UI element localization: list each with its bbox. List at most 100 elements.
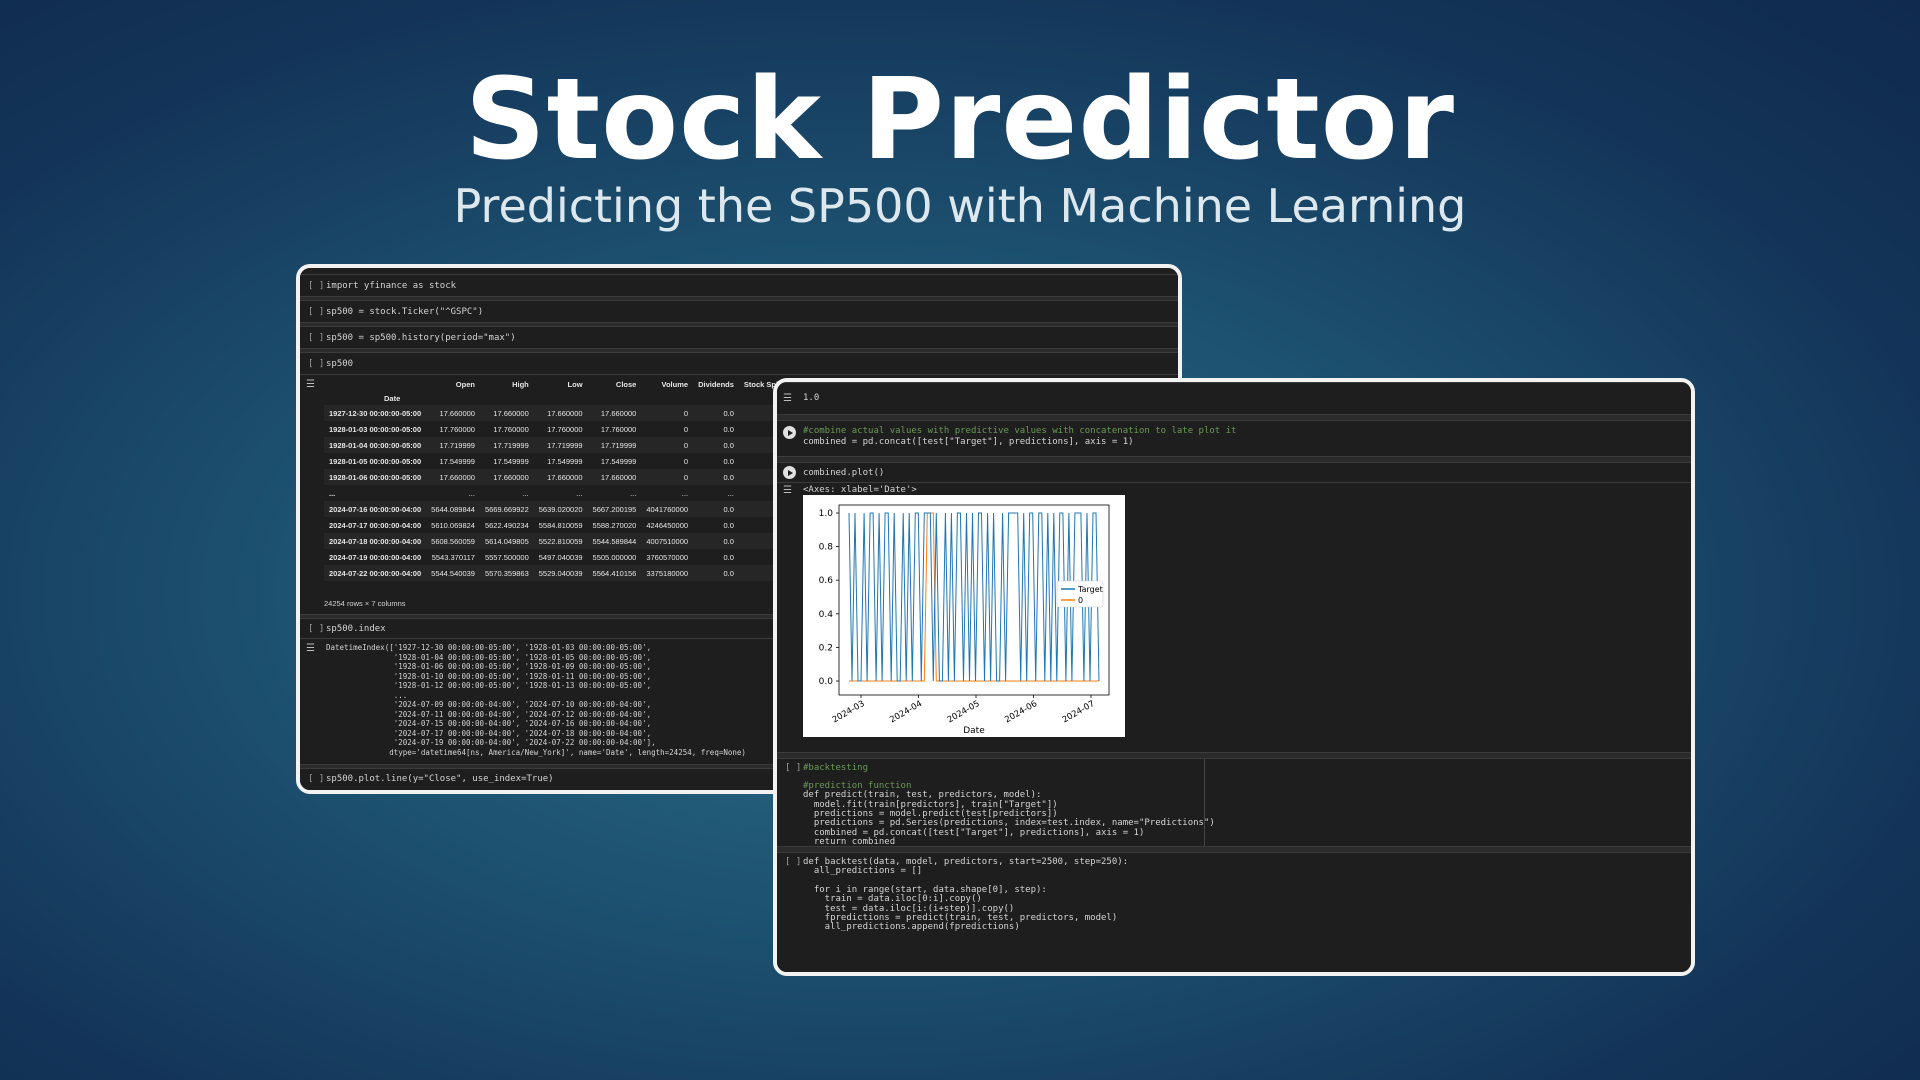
cell-code[interactable]: combined.plot() [803,468,884,478]
table-cell: 17.660000 [587,469,642,485]
table-cell: 5505.000000 [592,552,637,562]
table-row: 2024-07-18 00:00:00-04:00 5608.560059 5614… [324,533,792,549]
output-icon[interactable]: ☰ [306,643,315,654]
code-cell-backtest[interactable]: [ ] def backtest(data, model, predictors… [777,852,1691,972]
table-cell: 5544.589844 [587,533,642,549]
dataframe-table: Open High Low Close Volume Dividends Stock Spl… [324,377,792,581]
table-cell: 5570.359863 [479,565,534,581]
cell-code[interactable]: import yfinance as stock [326,281,456,291]
table-cell: 0.0 [693,501,739,517]
table-cell: 0.0 [693,469,739,485]
datetime-index-text: DatetimeIndex(['1927-12-30 00:00:00-05:0… [326,643,746,757]
cell-run-bracket[interactable]: [ ] [308,624,324,634]
table-cell: ... [522,488,529,498]
code-cell-import[interactable]: [ ] import yfinance as stock [300,274,1178,297]
table-cell: 5543.370117 [431,552,475,562]
row-index: 2024-07-17 00:00:00-04:00 [329,520,422,530]
table-cell: 5564.410156 [587,565,642,581]
table-cell: 5608.560059 [426,533,480,549]
cell-run-bracket[interactable]: [ ] [308,359,324,369]
table-cell: ... [727,488,734,498]
table-cell: 17.760000 [600,424,637,434]
row-index: 1928-01-04 00:00:00-05:00 [324,437,427,453]
table-cell: 0.0 [693,437,739,453]
column-header: Volume [661,379,689,389]
cell-code[interactable]: sp500 [326,359,353,369]
row-index: ... [329,488,336,498]
x-axis-label: Date [963,726,985,736]
y-tick-label: 0.8 [819,543,834,553]
table-cell: 17.719999 [533,437,588,453]
run-cell-button[interactable] [783,466,796,479]
run-cell-button[interactable] [783,426,796,439]
y-tick-label: 0.2 [819,643,833,653]
code-line[interactable]: all_predictions = [] [803,866,922,876]
x-tick-label: 2024-06 [1003,699,1039,725]
table-cell: 5644.089844 [426,501,480,517]
cell-edge [1204,759,1205,847]
table-cell: 5544.540039 [426,565,480,581]
table-row: 2024-07-22 00:00:00-04:00 5544.540039 5570… [324,565,792,581]
chart-svg: 0.0 0.2 0.4 0.6 0.8 1.0 2024-03 2024-04 2024-05 2… [819,504,1110,736]
table-cell: 17.719999 [426,437,480,453]
table-cell: 5610.069824 [431,520,475,530]
table-cell: 17.549999 [547,456,583,466]
code-cell-predict[interactable]: [ ] #backtesting #prediction function def… [777,758,1691,847]
table-cell: ... [576,488,583,498]
dataframe-shape: 24254 rows × 7 columns [324,599,406,608]
column-header: Low [567,379,583,389]
code-cell-ticker[interactable]: [ ] sp500 = stock.Ticker("^GSPC") [300,300,1178,323]
cell-run-bracket[interactable]: [ ] [308,333,324,343]
table-cell: 0.0 [723,552,734,562]
output-icon[interactable]: ☰ [783,485,792,496]
table-cell: 4246450000 [646,520,689,530]
output-cell-value: ☰ 1.0 [777,382,1691,415]
cell-run-bracket[interactable]: [ ] [785,857,801,867]
code-cell-plot[interactable]: combined.plot() [777,462,1691,483]
y-tick-label: 0.0 [819,677,834,687]
column-header: Open [455,379,475,389]
cell-code[interactable]: sp500.index [326,624,386,634]
x-tick-label: 2024-05 [946,699,982,725]
line-chart: 0.0 0.2 0.4 0.6 0.8 1.0 2024-03 2024-04 2024-05 2… [803,495,1125,737]
code-cell-history[interactable]: [ ] sp500 = sp500.history(period="max") [300,326,1178,349]
row-index: 1928-01-03 00:00:00-05:00 [329,424,422,434]
table-cell: ... [630,488,637,498]
cell-code[interactable]: sp500 = sp500.history(period="max") [326,333,516,343]
table-cell: 17.549999 [493,456,529,466]
table-cell: 5529.040039 [533,565,588,581]
table-cell: 3760570000 [646,552,689,562]
code-comment[interactable]: #combine actual values with predictive v… [803,426,1236,436]
cell-run-bracket[interactable]: [ ] [785,763,801,773]
table-cell: ... [468,488,475,498]
cell-run-bracket[interactable]: [ ] [308,281,324,291]
row-index: 1927-12-30 00:00:00-05:00 [324,405,427,421]
column-header: Dividends [698,379,734,389]
table-cell: 4007510000 [641,533,694,549]
table-cell: 5622.490234 [484,520,529,530]
cell-code[interactable]: sp500 = stock.Ticker("^GSPC") [326,307,483,317]
table-cell: 5669.669922 [479,501,534,517]
code-cell-sp500[interactable]: [ ] sp500 [300,352,1178,375]
cell-code[interactable]: sp500.plot.line(y="Close", use_index=Tru… [326,774,554,784]
table-cell: 17.760000 [493,424,529,434]
table-cell: 0.0 [693,405,739,421]
table-cell: 0 [683,424,689,434]
code-cell-combine[interactable]: #combine actual values with predictive v… [777,420,1691,457]
x-tick-label: 2024-07 [1061,699,1097,725]
code-comment[interactable]: #backtesting [803,763,868,773]
table-row: 1927-12-30 00:00:00-05:00 17.660000 17.660… [324,405,792,421]
cell-code[interactable]: combined = pd.concat([test["Target"], pr… [803,437,1134,447]
table-cell: 17.549999 [439,456,475,466]
cell-run-bracket[interactable]: [ ] [308,774,324,784]
table-cell: 17.660000 [533,405,588,421]
column-header: High [512,379,529,389]
output-icon[interactable]: ☰ [306,379,315,390]
code-line[interactable]: all_predictions.append(fpredictions) [803,922,1020,932]
table-cell: 17.719999 [479,437,534,453]
cell-run-bracket[interactable]: [ ] [308,307,324,317]
output-icon[interactable]: ☰ [783,393,792,404]
table-cell: 3375180000 [641,565,694,581]
table-cell: 17.719999 [587,437,642,453]
table-cell: 5557.500000 [484,552,529,562]
